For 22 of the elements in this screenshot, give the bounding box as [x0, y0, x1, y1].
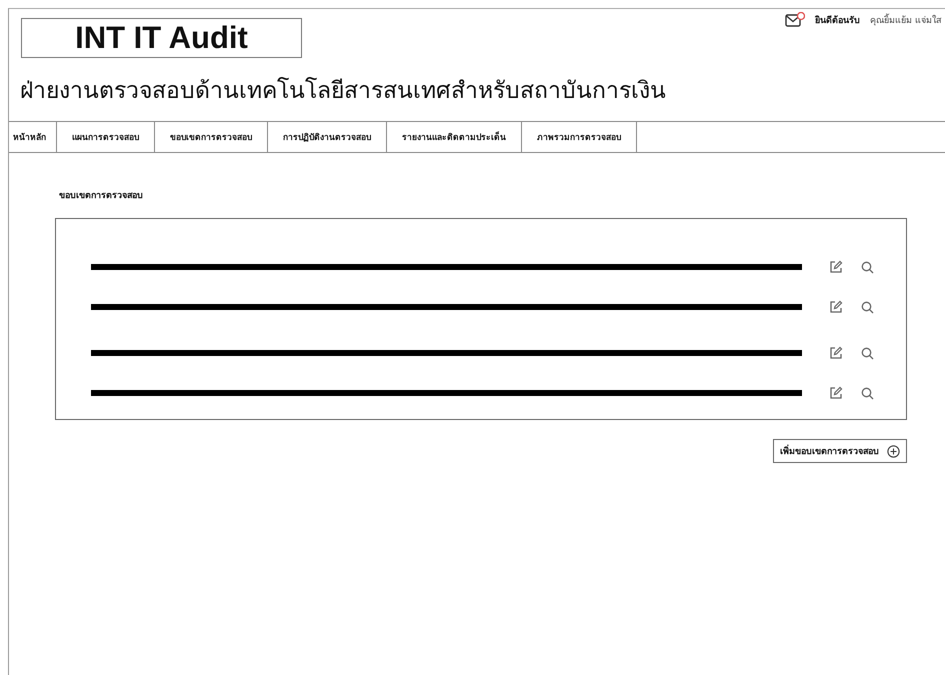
greeting-text: ยินดีต้อนรับ — [815, 14, 860, 27]
page-subtitle: ฝ่ายงานตรวจสอบด้านเทคโนโลยีสารสนเทศสำหรับสถาบันการเงิน — [20, 76, 667, 106]
plus-circle-icon — [887, 444, 900, 458]
edit-icon[interactable] — [829, 346, 843, 360]
nav-tab[interactable]: ภาพรวมการตรวจสอบ — [522, 122, 637, 152]
add-scope-button[interactable]: เพิ่มขอบเขตการตรวจสอบ — [773, 439, 907, 463]
nav-tab[interactable]: ขอบเขตการตรวจสอบ — [155, 122, 268, 152]
search-icon[interactable] — [861, 260, 874, 274]
mail-icon[interactable] — [785, 12, 806, 28]
user-name: คุณยิ้มแย้ม แจ่มใส — [870, 13, 941, 27]
nav-tab[interactable]: การปฏิบัติงานตรวจสอบ — [268, 122, 387, 152]
search-icon[interactable] — [861, 346, 874, 360]
edit-icon[interactable] — [829, 386, 843, 400]
search-icon[interactable] — [861, 386, 874, 400]
search-icon[interactable] — [861, 300, 874, 314]
nav-tab[interactable]: หน้าหลัก — [9, 122, 57, 152]
edit-icon[interactable] — [829, 300, 843, 314]
edit-icon[interactable] — [829, 260, 843, 274]
nav-tab[interactable]: รายงานและติดตามประเด็น — [387, 122, 522, 152]
nav-tab[interactable]: แผนการตรวจสอบ — [57, 122, 155, 152]
logo: INT IT Audit — [21, 18, 302, 58]
section-title: ขอบเขตการตรวจสอบ — [59, 190, 144, 202]
